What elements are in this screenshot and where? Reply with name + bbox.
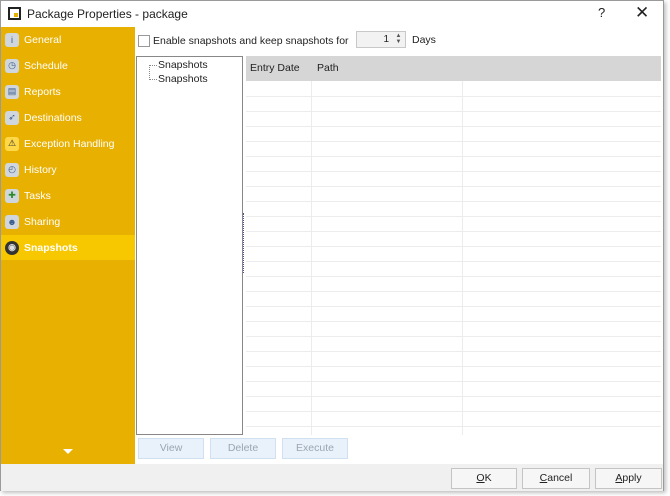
sidebar-item-sharing[interactable]: ☻ Sharing [1, 209, 135, 234]
grid-row-line [246, 276, 661, 277]
column-divider [311, 81, 312, 435]
grid-row-line [246, 321, 661, 322]
reports-icon: ▤ [5, 84, 19, 99]
enable-snapshots-label: Enable snapshots and keep snapshots for [153, 35, 349, 47]
info-icon: i [5, 32, 19, 47]
view-button[interactable]: View [138, 438, 204, 459]
sidebar-item-tasks[interactable]: ✚ Tasks [1, 183, 135, 208]
tree-connector [149, 65, 157, 66]
sidebar-item-label: Destinations [24, 111, 82, 124]
grid-row-line [246, 171, 661, 172]
destinations-icon: ➶ [5, 110, 19, 125]
ok-label: K [484, 472, 492, 484]
warning-icon: ⚠ [5, 136, 19, 151]
days-spinner[interactable]: 1 ▲ ▼ [356, 31, 406, 48]
grid-row-line [246, 411, 661, 412]
apply-label: pply [622, 472, 642, 484]
column-entry-date[interactable]: Entry Date [250, 62, 300, 74]
execute-button[interactable]: Execute [282, 438, 348, 459]
sidebar-item-label: Sharing [24, 215, 61, 228]
tree-node[interactable]: Snapshots [158, 73, 208, 85]
ok-accelerator: O [476, 472, 485, 484]
sidebar: i General ◷ Schedule ▤ Reports ➶ Destination… [1, 27, 135, 464]
tasks-icon: ✚ [5, 188, 19, 203]
grid-row-line [246, 96, 661, 97]
camera-icon: ◉ [5, 240, 19, 255]
close-button[interactable]: ✕ [635, 3, 649, 23]
grid-header: Entry Date Path [246, 56, 661, 81]
grid-row-line [246, 216, 661, 217]
sidebar-item-schedule[interactable]: ◷ Schedule [1, 53, 135, 78]
grid-row-line [246, 186, 661, 187]
grid-row-line [246, 261, 661, 262]
sidebar-item-label: Reports [24, 85, 61, 98]
grid-row-line [246, 111, 661, 112]
sidebar-item-exception-handling[interactable]: ⚠ Exception Handling [1, 131, 135, 156]
grid-row-line [246, 201, 661, 202]
grid-row-line [246, 246, 661, 247]
ok-button[interactable]: OK [451, 468, 517, 489]
days-label: Days [412, 34, 436, 46]
grid-row-line [246, 366, 661, 367]
column-divider [462, 81, 463, 435]
sidebar-item-reports[interactable]: ▤ Reports [1, 79, 135, 104]
grid-row-line [246, 306, 661, 307]
sharing-icon: ☻ [5, 214, 19, 229]
sidebar-item-snapshots[interactable]: ◉ Snapshots [1, 235, 135, 260]
grid-row-line [246, 291, 661, 292]
grid-row-line [246, 396, 661, 397]
sidebar-item-label: General [24, 33, 62, 46]
history-icon: ◴ [5, 162, 19, 177]
snapshots-grid: Entry Date Path [246, 56, 661, 435]
sidebar-item-label: Snapshots [24, 241, 78, 254]
grid-row-line [246, 126, 661, 127]
tree-node[interactable]: Snapshots [158, 59, 208, 71]
column-path[interactable]: Path [317, 62, 339, 74]
grid-row-line [246, 351, 661, 352]
spin-down-icon[interactable]: ▼ [393, 39, 404, 45]
tree-connector [149, 65, 157, 80]
sidebar-item-label: Exception Handling [24, 137, 115, 150]
app-icon [8, 7, 21, 20]
grid-row-line [246, 426, 661, 427]
sidebar-item-label: History [24, 163, 57, 176]
sidebar-item-general[interactable]: i General [1, 27, 135, 52]
title-bar: Package Properties - package ? ✕ [1, 1, 663, 27]
grid-row-line [246, 156, 661, 157]
cancel-button[interactable]: Cancel [522, 468, 590, 489]
grid-row-line [246, 141, 661, 142]
grid-row-line [246, 336, 661, 337]
sidebar-item-label: Schedule [24, 59, 68, 72]
snapshot-tree: Snapshots Snapshots [136, 56, 243, 435]
grid-row-line [246, 381, 661, 382]
grid-row-line [246, 231, 661, 232]
sidebar-item-label: Tasks [24, 189, 51, 202]
window-title: Package Properties - package [27, 7, 188, 21]
cancel-label: ancel [547, 472, 573, 484]
sidebar-item-history[interactable]: ◴ History [1, 157, 135, 182]
enable-snapshots-checkbox[interactable] [138, 35, 150, 47]
apply-button[interactable]: Apply [595, 468, 662, 489]
clock-icon: ◷ [5, 58, 19, 73]
spinner-buttons[interactable]: ▲ ▼ [393, 33, 404, 46]
sidebar-item-destinations[interactable]: ➶ Destinations [1, 105, 135, 130]
delete-button[interactable]: Delete [210, 438, 276, 459]
dialog-window: Package Properties - package ? ✕ i Genera… [0, 0, 664, 491]
sidebar-scroll-down-icon[interactable] [63, 449, 73, 454]
days-value: 1 [383, 34, 389, 45]
help-button[interactable]: ? [598, 5, 605, 20]
